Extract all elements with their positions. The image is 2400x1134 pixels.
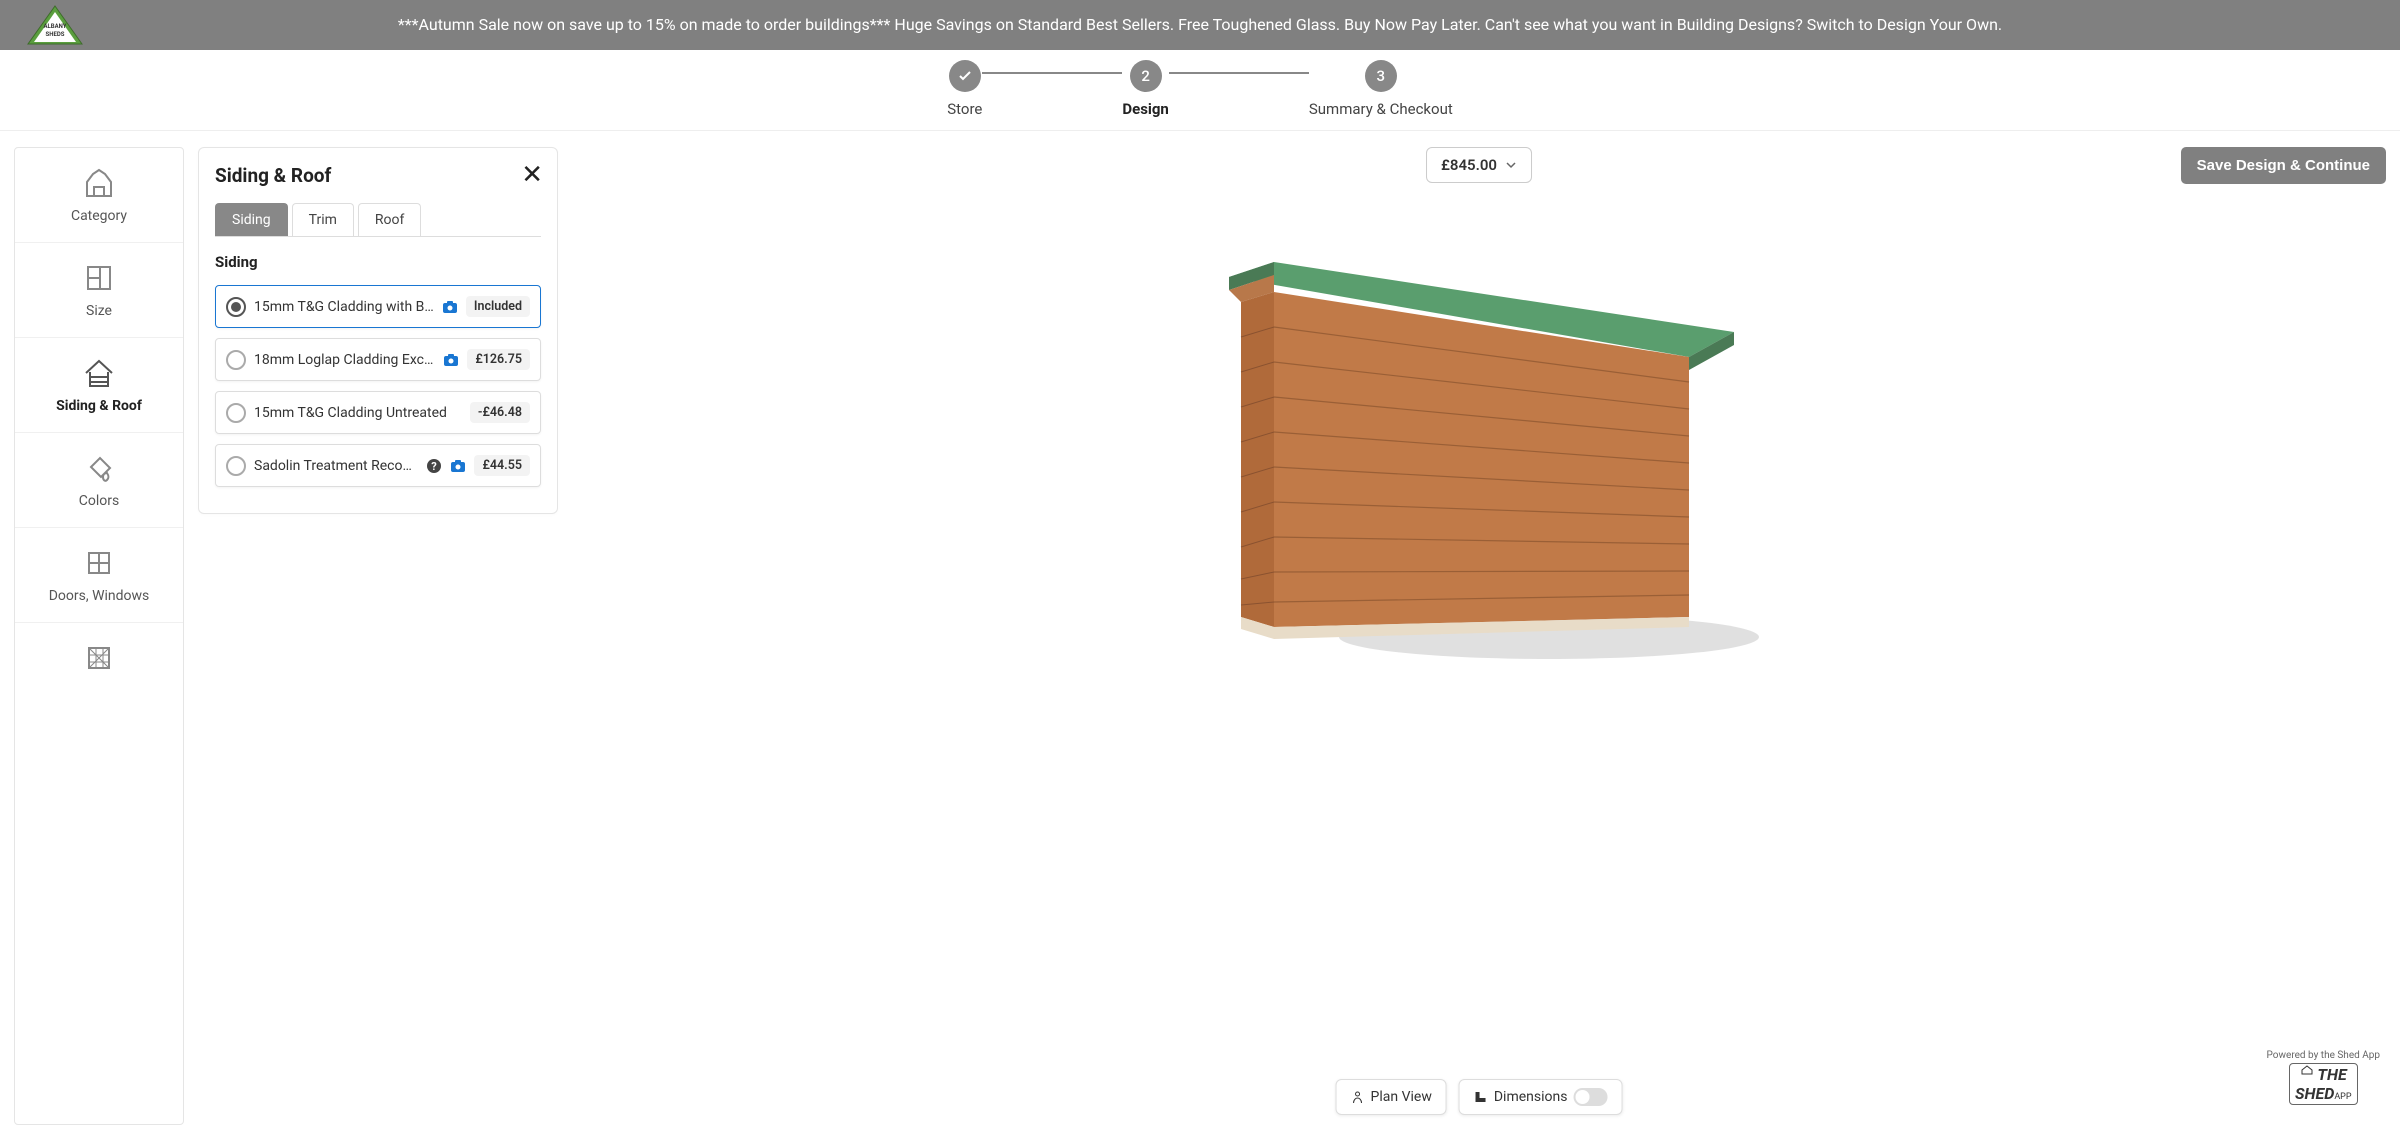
brand-logo: ALBANY SHEDS: [20, 4, 90, 46]
nav-doors-windows[interactable]: Doors, Windows: [15, 528, 183, 623]
check-icon: [949, 60, 981, 92]
powered-by: Powered by the Shed App THE SHEDAPP: [2267, 1050, 2380, 1105]
paint-bucket-icon: [82, 451, 116, 485]
promo-banner: ALBANY SHEDS ***Autumn Sale now on save …: [0, 0, 2400, 50]
step-store[interactable]: Store: [947, 60, 982, 118]
step-connector: [1169, 72, 1309, 74]
plan-view-button[interactable]: Plan View: [1336, 1079, 1447, 1115]
panel-tabs: Siding Trim Roof: [215, 203, 541, 237]
options-panel: Siding & Roof ✕ Siding Trim Roof Siding …: [198, 147, 558, 514]
ruler-icon: [1474, 1090, 1488, 1104]
step-connector: [982, 72, 1122, 74]
nav-more[interactable]: [15, 623, 183, 701]
nav-size[interactable]: Size: [15, 243, 183, 338]
save-continue-button[interactable]: Save Design & Continue: [2181, 147, 2386, 184]
nav-colors[interactable]: Colors: [15, 433, 183, 528]
grid-icon: [82, 641, 116, 675]
price-badge: £126.75: [467, 349, 530, 370]
progress-stepper: Store 2 Design 3 Summary & Checkout: [0, 50, 2400, 131]
barn-icon: [82, 166, 116, 200]
dimensions-toggle[interactable]: Dimensions: [1459, 1079, 1623, 1115]
radio-icon: [226, 297, 246, 317]
svg-text:?: ?: [432, 460, 438, 473]
info-icon[interactable]: ?: [426, 458, 442, 474]
step-summary[interactable]: 3 Summary & Checkout: [1309, 60, 1453, 118]
price-badge: Included: [466, 296, 530, 317]
camera-icon[interactable]: [442, 299, 458, 315]
price-badge: £44.55: [474, 455, 530, 476]
panel-title: Siding & Roof: [215, 164, 541, 187]
category-nav-rail: Category Size Siding & Roof Colors Doors…: [14, 147, 184, 1125]
shed-3d-render: [1179, 217, 1779, 667]
camera-icon[interactable]: [443, 352, 459, 368]
roof-icon: [82, 356, 116, 390]
nav-siding-roof[interactable]: Siding & Roof: [15, 338, 183, 433]
radio-icon: [226, 456, 246, 476]
price-badge: -£46.48: [470, 402, 530, 423]
siding-option[interactable]: 15mm T&G Cladding with B… Included: [215, 285, 541, 328]
siding-option[interactable]: 15mm T&G Cladding Untreated -£46.48: [215, 391, 541, 434]
floorplan-icon: [82, 261, 116, 295]
chevron-down-icon: [1505, 159, 1517, 171]
toggle-switch[interactable]: [1573, 1088, 1607, 1106]
shed-mini-icon: [2300, 1065, 2314, 1075]
price-dropdown[interactable]: £845.00: [1426, 147, 1532, 183]
banner-text: ***Autumn Sale now on save up to 15% on …: [100, 13, 2300, 37]
step-design[interactable]: 2 Design: [1122, 60, 1169, 118]
radio-icon: [226, 403, 246, 423]
window-icon: [82, 546, 116, 580]
siding-option[interactable]: 18mm Loglap Cladding Exc … £126.75: [215, 338, 541, 381]
svg-text:SHEDS: SHEDS: [46, 31, 65, 38]
section-heading: Siding: [215, 253, 541, 271]
radio-icon: [226, 350, 246, 370]
tab-siding[interactable]: Siding: [215, 203, 288, 236]
tab-roof[interactable]: Roof: [358, 203, 421, 236]
viewer-controls: Plan View Dimensions: [1336, 1079, 1623, 1115]
tab-trim[interactable]: Trim: [292, 203, 354, 236]
siding-option[interactable]: Sadolin Treatment Recom… ? £44.55: [215, 444, 541, 487]
3d-viewer[interactable]: £845.00 Save Design & Continue: [572, 147, 2386, 1125]
svg-text:ALBANY: ALBANY: [43, 23, 66, 30]
nav-category[interactable]: Category: [15, 148, 183, 243]
close-icon[interactable]: ✕: [521, 162, 543, 188]
camera-icon[interactable]: [450, 458, 466, 474]
person-icon: [1351, 1090, 1365, 1104]
